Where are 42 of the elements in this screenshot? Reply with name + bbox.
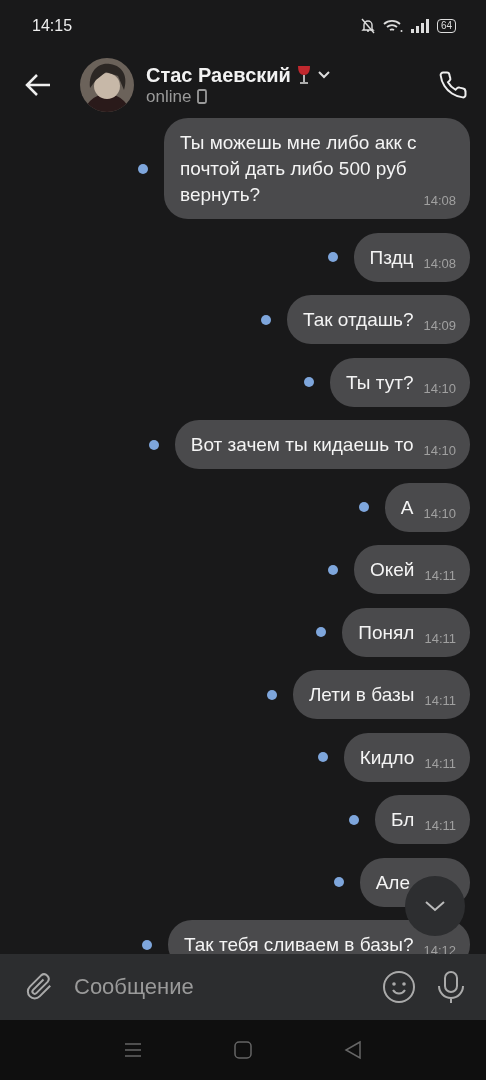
- message-bubble[interactable]: Бл 14:11: [375, 795, 470, 844]
- signal-icon: [410, 19, 429, 33]
- contact-name: Стас Раевский: [146, 63, 291, 87]
- message-time: 14:11: [424, 818, 456, 834]
- message-bubble[interactable]: Вот зачем ты кидаешь то 14:10: [174, 420, 470, 469]
- phone-device-icon: [197, 89, 208, 104]
- message-bubble[interactable]: Ты тут? 14:10: [330, 357, 470, 407]
- message-time: 14:11: [424, 693, 456, 709]
- home-button[interactable]: [234, 1041, 252, 1059]
- message-bubble[interactable]: Так отдашь? 14:09: [286, 295, 470, 344]
- call-button[interactable]: [438, 70, 468, 100]
- message-time: 14:10: [423, 380, 456, 397]
- muted-bell-icon: [360, 18, 375, 34]
- back-nav-button[interactable]: [344, 1040, 362, 1060]
- message-time: 14:08: [423, 193, 456, 209]
- message-bubble[interactable]: Лети в базы 14:11: [292, 670, 470, 719]
- message-time: 14:11: [424, 568, 456, 584]
- avatar[interactable]: [80, 58, 134, 112]
- message-bubble[interactable]: Ты можешь мне либо акк с почтой дать либо 500 руб вернуть? 14:08: [164, 118, 470, 219]
- online-status: online: [146, 86, 192, 107]
- wifi-icon: [382, 19, 403, 33]
- message-time: 14:10: [423, 505, 456, 522]
- message-time: 14:11: [424, 755, 456, 772]
- back-button[interactable]: [24, 73, 52, 97]
- message-bubble[interactable]: Понял 14:11: [342, 607, 470, 657]
- message-time: 14:11: [424, 630, 456, 647]
- message-field[interactable]: Сообщение: [0, 954, 486, 1020]
- battery-level: 64: [436, 19, 456, 33]
- wine-glass-icon: [296, 65, 311, 85]
- message-input[interactable]: Сообщение: [74, 965, 362, 1009]
- message-bubble[interactable]: Пздц 14:08: [353, 232, 470, 282]
- chevron-down-icon[interactable]: [316, 70, 331, 80]
- message-bubble[interactable]: А 14:10: [384, 482, 470, 532]
- message-time: 14:09: [423, 318, 456, 334]
- message-bubble[interactable]: Окей 14:11: [353, 545, 470, 594]
- microphone-button[interactable]: [436, 970, 466, 1004]
- message-time: 14:08: [423, 255, 456, 272]
- message-bubble[interactable]: Кидло 14:11: [343, 732, 470, 782]
- message-time: 14:10: [423, 443, 456, 459]
- emoji-button[interactable]: [382, 970, 416, 1004]
- clock: 14:15: [32, 17, 73, 35]
- chevron-down-icon: [424, 899, 446, 913]
